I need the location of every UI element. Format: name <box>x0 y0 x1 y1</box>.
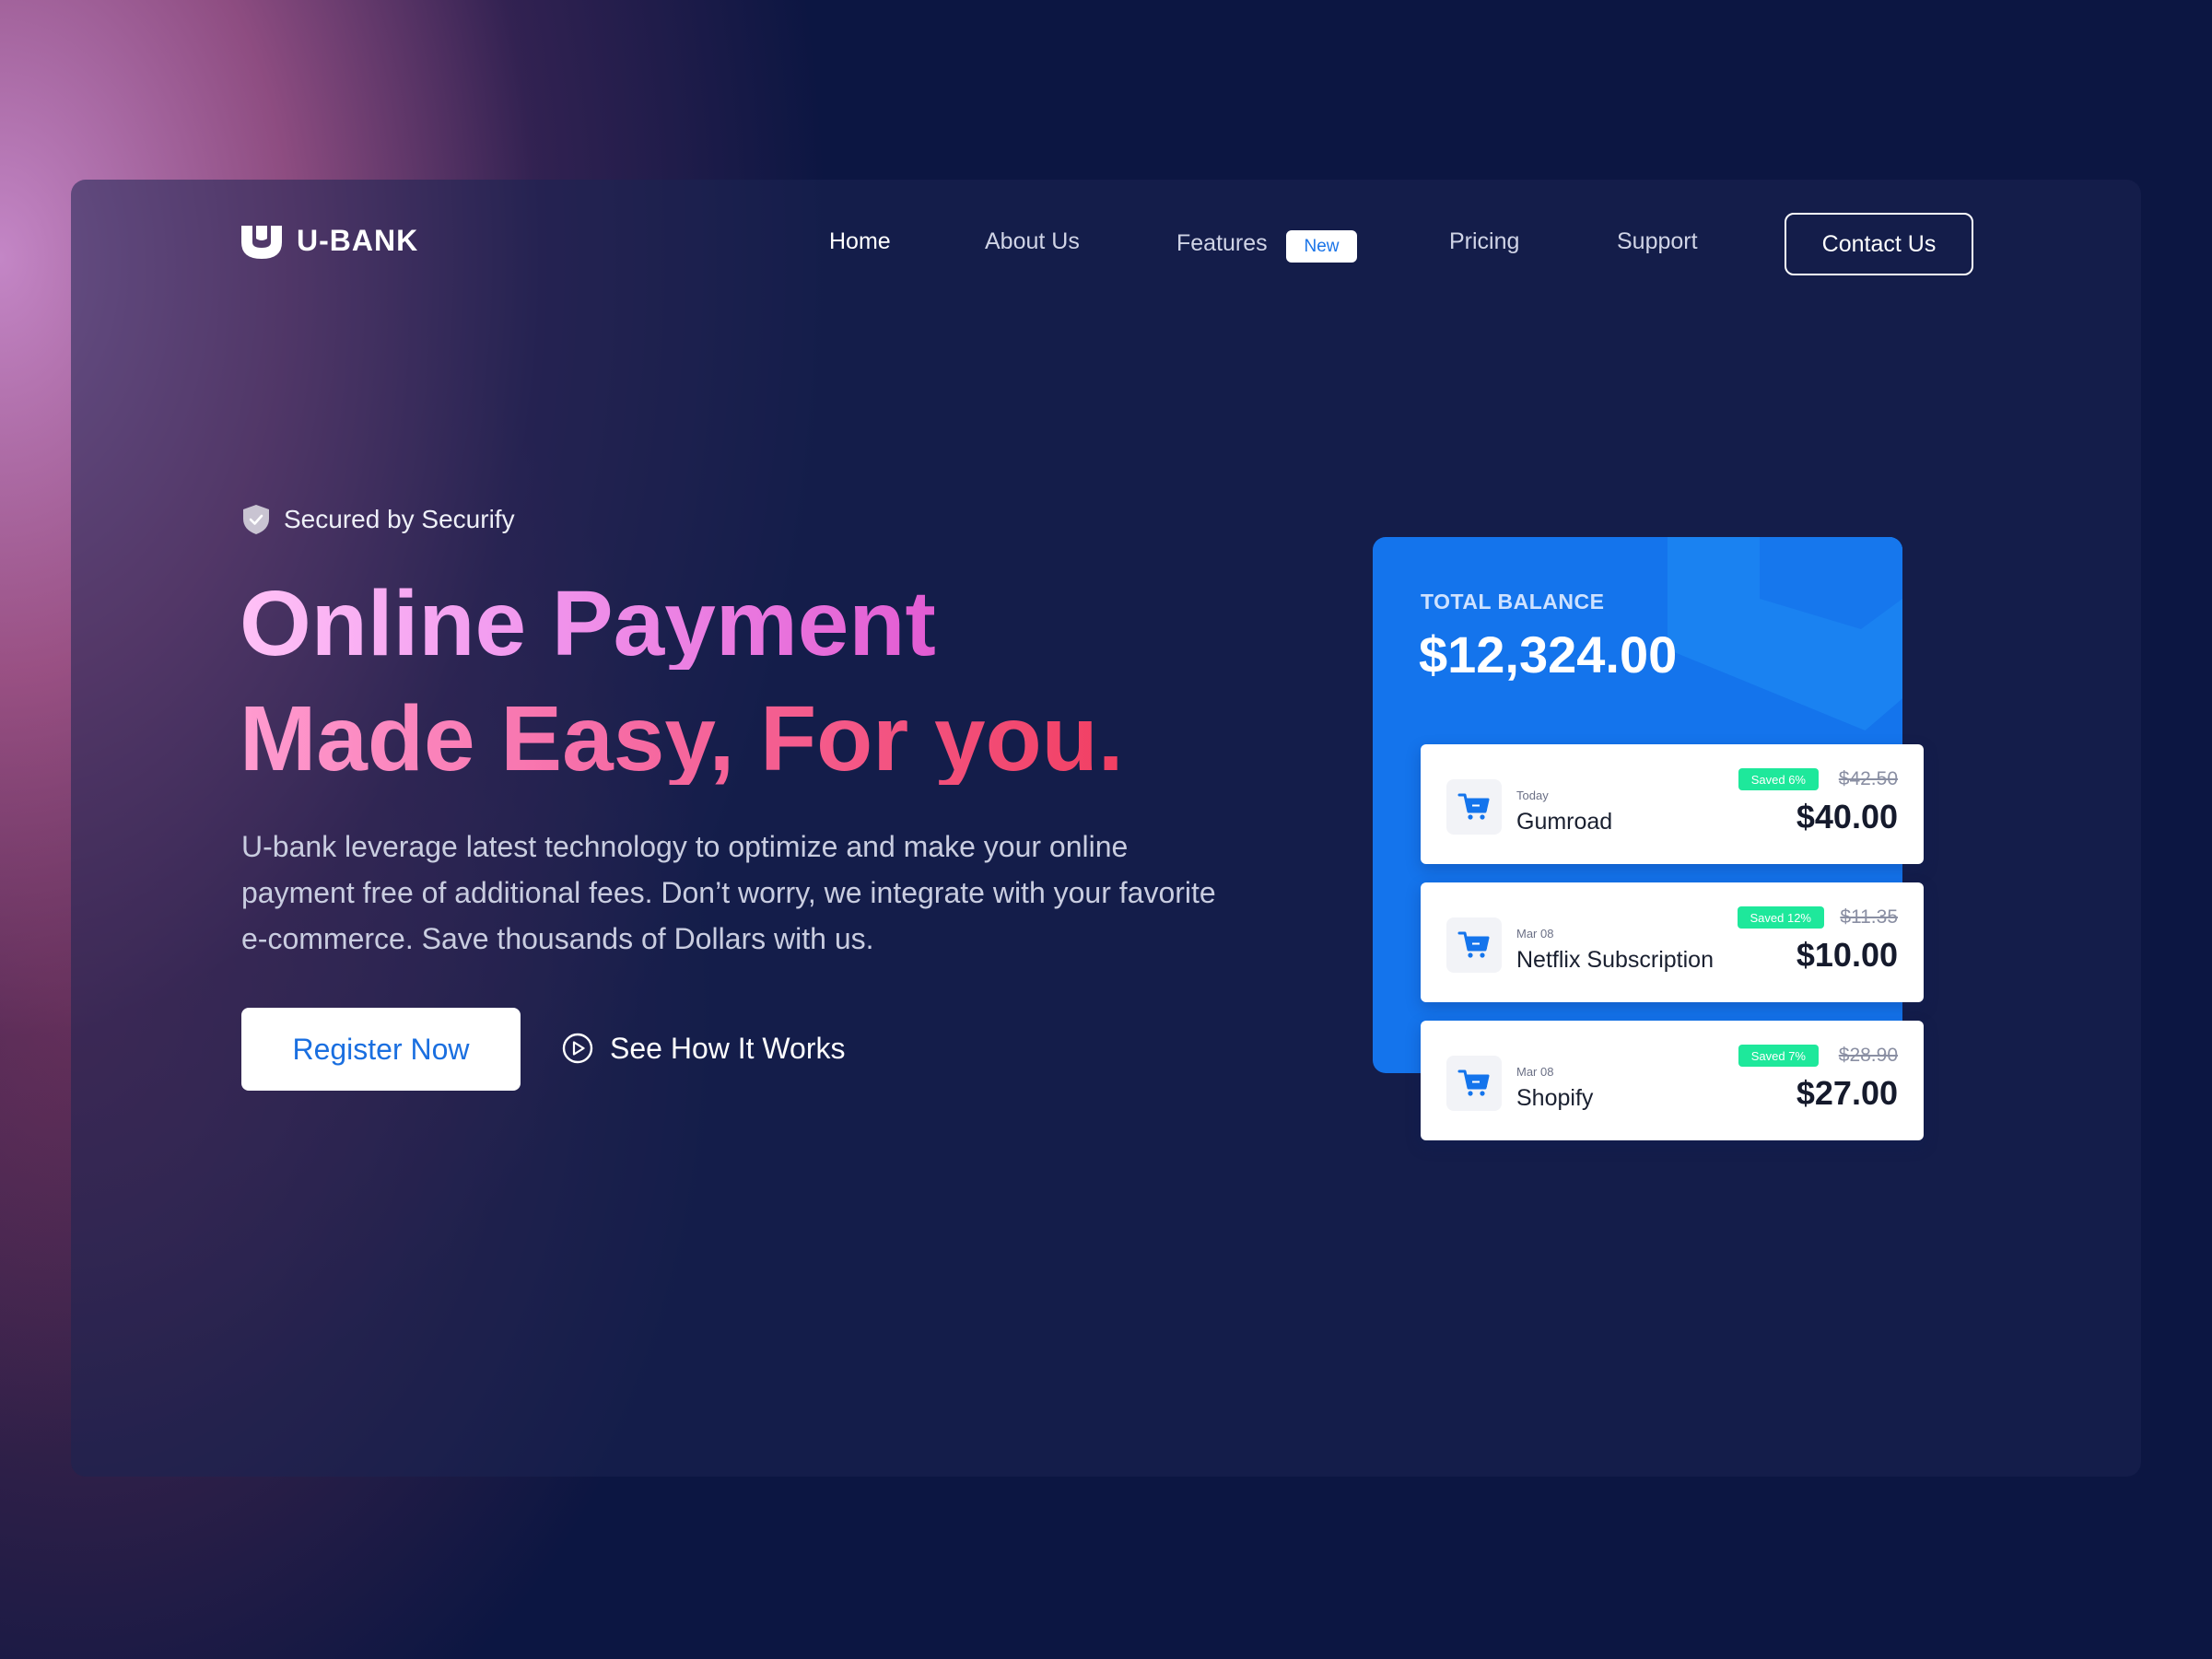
transaction-name: Gumroad <box>1516 809 1613 835</box>
u-bank-logo-icon[interactable] <box>241 226 282 259</box>
transaction-price: $40.00 <box>1796 798 1898 835</box>
hero-headline-line1: Online Payment <box>240 572 936 675</box>
saved-badge: Saved 12% <box>1737 906 1824 929</box>
transaction-old-price: $42.50 <box>1838 768 1898 789</box>
see-how-it-works-label: See How It Works <box>610 1031 846 1065</box>
register-now-button[interactable]: Register Now <box>241 1008 521 1091</box>
saved-badge: Saved 7% <box>1738 1045 1819 1067</box>
transaction-old-price: $11.35 <box>1840 906 1898 928</box>
nav-support[interactable]: Support <box>1617 228 1698 255</box>
shield-check-icon <box>243 505 269 534</box>
play-circle-icon <box>562 1033 593 1064</box>
transaction-item[interactable]: Mar 08 Shopify Saved 7% $28.90 $27.00 <box>1421 1021 1924 1140</box>
contact-us-button[interactable]: Contact Us <box>1785 213 1973 275</box>
transaction-date: Today <box>1516 789 1549 802</box>
transaction-name: Shopify <box>1516 1085 1594 1111</box>
transaction-item[interactable]: Mar 08 Netflix Subscription Saved 12% $1… <box>1421 882 1924 1002</box>
transaction-old-price: $28.90 <box>1838 1045 1898 1066</box>
saved-badge: Saved 6% <box>1738 768 1819 790</box>
hero-description: U-bank leverage latest technology to opt… <box>241 830 1216 955</box>
brand-name[interactable]: U-BANK <box>297 224 418 258</box>
transaction-name: Netflix Subscription <box>1516 947 1714 973</box>
transaction-date: Mar 08 <box>1516 1065 1554 1079</box>
shopping-cart-icon <box>1446 917 1502 973</box>
nav-pricing[interactable]: Pricing <box>1449 228 1519 255</box>
total-balance-amount: $12,324.00 <box>1419 625 1678 683</box>
total-balance-label: TOTAL BALANCE <box>1421 590 1605 613</box>
hero-headline-line2: Made Easy, For you. <box>240 687 1124 790</box>
shopping-cart-icon <box>1446 779 1502 835</box>
nav-features[interactable]: Features <box>1176 230 1268 257</box>
features-new-badge: New <box>1286 230 1357 263</box>
transaction-price: $10.00 <box>1796 936 1898 974</box>
transaction-item[interactable]: Today Gumroad Saved 6% $42.50 $40.00 <box>1421 744 1924 864</box>
security-note: Secured by Securify <box>284 505 515 533</box>
see-how-it-works-button[interactable]: See How It Works <box>562 1028 845 1069</box>
nav-about-us[interactable]: About Us <box>985 228 1080 255</box>
nav-home[interactable]: Home <box>829 228 891 255</box>
transaction-price: $27.00 <box>1796 1074 1898 1112</box>
transaction-date: Mar 08 <box>1516 927 1554 940</box>
shopping-cart-icon <box>1446 1056 1502 1111</box>
